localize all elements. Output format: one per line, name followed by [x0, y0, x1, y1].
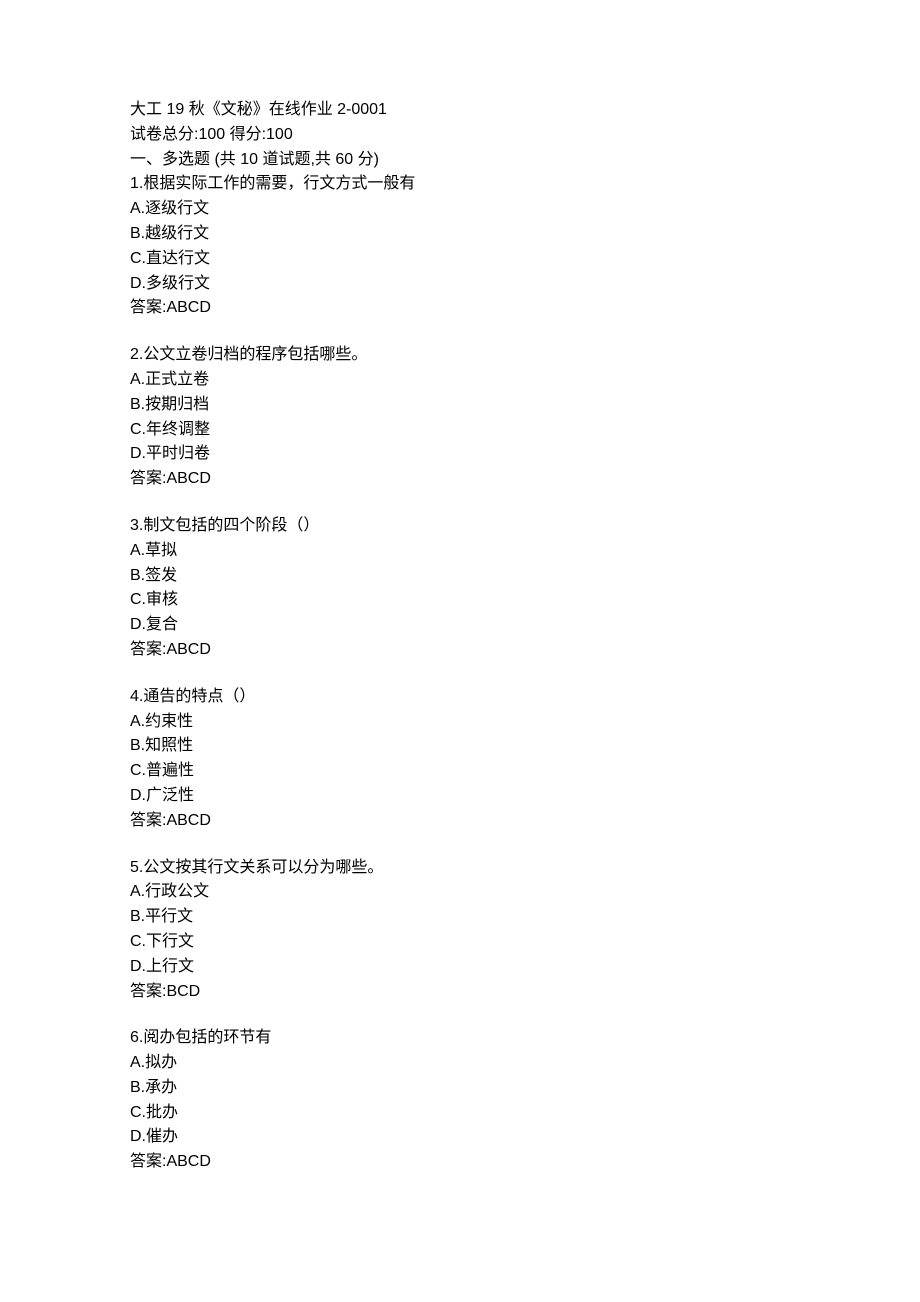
question-text: 1.根据实际工作的需要，行文方式一般有: [130, 172, 790, 197]
question-text: 3.制文包括的四个阶段（）: [130, 514, 790, 539]
question-text: 5.公文按其行文关系可以分为哪些。: [130, 856, 790, 881]
option-b: B.越级行文: [130, 222, 790, 247]
question-block: 5.公文按其行文关系可以分为哪些。 A.行政公文 B.平行文 C.下行文 D.上…: [130, 856, 790, 1005]
option-d: D.催办: [130, 1125, 790, 1150]
answer-line: 答案:ABCD: [130, 809, 790, 834]
answer-line: 答案:ABCD: [130, 296, 790, 321]
option-d: D.复合: [130, 613, 790, 638]
option-d: D.多级行文: [130, 272, 790, 297]
option-c: C.年终调整: [130, 418, 790, 443]
option-d: D.上行文: [130, 955, 790, 980]
option-b: B.签发: [130, 564, 790, 589]
question-text: 2.公文立卷归档的程序包括哪些。: [130, 343, 790, 368]
document-page: 大工 19 秋《文秘》在线作业 2-0001 试卷总分:100 得分:100 一…: [0, 0, 920, 1302]
option-c: C.直达行文: [130, 247, 790, 272]
option-d: D.广泛性: [130, 784, 790, 809]
question-block: 6.阅办包括的环节有 A.拟办 B.承办 C.批办 D.催办 答案:ABCD: [130, 1026, 790, 1175]
section-heading: 一、多选题 (共 10 道试题,共 60 分): [130, 148, 790, 173]
question-block: 2.公文立卷归档的程序包括哪些。 A.正式立卷 B.按期归档 C.年终调整 D.…: [130, 343, 790, 492]
exam-title: 大工 19 秋《文秘》在线作业 2-0001: [130, 98, 790, 123]
option-d: D.平时归卷: [130, 442, 790, 467]
option-a: A.拟办: [130, 1051, 790, 1076]
option-c: C.下行文: [130, 930, 790, 955]
option-a: A.正式立卷: [130, 368, 790, 393]
answer-line: 答案:ABCD: [130, 1150, 790, 1175]
score-line: 试卷总分:100 得分:100: [130, 123, 790, 148]
question-block: 4.通告的特点（） A.约束性 B.知照性 C.普遍性 D.广泛性 答案:ABC…: [130, 685, 790, 834]
question-block: 1.根据实际工作的需要，行文方式一般有 A.逐级行文 B.越级行文 C.直达行文…: [130, 172, 790, 321]
option-c: C.审核: [130, 588, 790, 613]
option-c: C.普遍性: [130, 759, 790, 784]
option-b: B.知照性: [130, 734, 790, 759]
option-c: C.批办: [130, 1101, 790, 1126]
question-text: 4.通告的特点（）: [130, 685, 790, 710]
option-a: A.约束性: [130, 710, 790, 735]
question-block: 3.制文包括的四个阶段（） A.草拟 B.签发 C.审核 D.复合 答案:ABC…: [130, 514, 790, 663]
option-a: A.草拟: [130, 539, 790, 564]
answer-line: 答案:BCD: [130, 980, 790, 1005]
answer-line: 答案:ABCD: [130, 638, 790, 663]
question-text: 6.阅办包括的环节有: [130, 1026, 790, 1051]
option-a: A.逐级行文: [130, 197, 790, 222]
option-a: A.行政公文: [130, 880, 790, 905]
option-b: B.承办: [130, 1076, 790, 1101]
option-b: B.按期归档: [130, 393, 790, 418]
answer-line: 答案:ABCD: [130, 467, 790, 492]
option-b: B.平行文: [130, 905, 790, 930]
